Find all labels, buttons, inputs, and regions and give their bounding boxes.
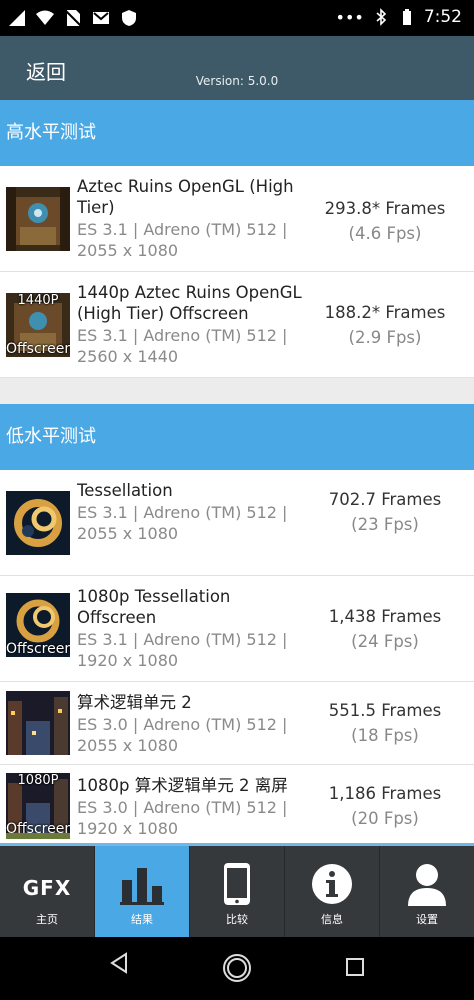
test-details: ES 3.0 | Adreno (TM) 512 | 2055 x 1080 [77,715,288,755]
frames-value: 702.7 Frames [328,490,442,509]
tab-label: 主页 [36,913,58,926]
next-row-thumbnail-peek [6,833,70,839]
tab-info[interactable]: 信息 [285,846,380,937]
app-header: 返回 Version: 5.0.0 [0,36,474,100]
test-title: Tessellation [77,481,173,500]
no-sim-icon [64,9,82,27]
test-title: 1080p 算术逻辑单元 2 离屏 [77,776,288,795]
gfx-logo-icon: GFX [22,876,72,900]
fps-value: (23 Fps) [351,515,419,534]
alu-city-icon [6,691,70,755]
thumb-label-top: 1080P [17,773,59,788]
fps-value: (24 Fps) [351,632,419,651]
test-details: ES 3.1 | Adreno (TM) 512 | 2055 x 1080 [77,220,288,260]
result-row[interactable]: Tessellation ES 3.1 | Adreno (TM) 512 | … [0,470,474,576]
fps-value: (18 Fps) [351,726,419,745]
tab-compare[interactable]: 比较 [190,846,285,937]
home-circle-icon[interactable] [222,953,252,983]
tab-label: 信息 [321,913,343,926]
result-row[interactable]: Offscreen 1080p Tessellation Offscreen E… [0,576,474,682]
test-title: 1440p Aztec Ruins OpenGL (High Tier) Off… [77,283,302,323]
tab-label: 比较 [226,913,248,926]
alu-city-icon: 1080P Offscreen [6,773,70,837]
signal-icon [9,10,25,26]
test-details: ES 3.1 | Adreno (TM) 512 | 2055 x 1080 [77,503,288,543]
test-title: 算术逻辑单元 2 [77,693,192,712]
tessellation-icon [6,491,70,555]
more-dots-icon: ••• [335,7,364,27]
result-row[interactable]: 1440P Offscreen 1440p Aztec Ruins OpenGL… [0,272,474,378]
person-icon [408,864,446,906]
test-title: Aztec Ruins OpenGL (High Tier) [77,177,294,217]
battery-icon [402,9,411,25]
test-details: ES 3.0 | Adreno (TM) 512 | 1920 x 1080 [77,798,288,838]
tab-settings[interactable]: 设置 [380,846,474,937]
bar-chart-icon [120,868,164,905]
section-divider [0,378,474,404]
section-header-high-level: 高水平测试 [0,100,474,166]
test-title: 1080p Tessellation Offscreen [77,587,231,627]
result-row[interactable]: Aztec Ruins OpenGL (High Tier) ES 3.1 | … [0,166,474,272]
bluetooth-icon [376,8,386,26]
shield-icon [122,10,136,26]
aztec-ruins-icon [6,187,70,251]
system-nav-bar [0,937,474,1000]
result-row[interactable]: 1080P Offscreen 1080p 算术逻辑单元 2 离屏 ES 3.0… [0,765,474,843]
phone-icon [224,863,250,905]
test-details: ES 3.1 | Adreno (TM) 512 | 2560 x 1440 [77,326,288,366]
wifi-icon [36,10,54,25]
clock: 7:52 [423,7,462,27]
thumb-label-bottom: Offscreen [6,341,70,357]
fps-value: (20 Fps) [351,809,419,828]
results-list[interactable]: 高水平测试 Aztec Ruins OpenGL (High Tier) ES … [0,100,474,843]
gmail-icon [93,12,109,24]
tessellation-icon: Offscreen [6,593,70,657]
recents-square-icon[interactable] [346,958,364,976]
aztec-ruins-icon: 1440P Offscreen [6,293,70,357]
thumb-label-top: 1440P [17,293,59,308]
tab-home[interactable]: GFX 主页 [0,846,95,937]
section-header-low-level: 低水平测试 [0,404,474,470]
test-details: ES 3.1 | Adreno (TM) 512 | 1920 x 1080 [77,630,288,670]
frames-value: 188.2* Frames [324,303,446,322]
tab-results[interactable]: 结果 [95,846,190,937]
fps-value: (4.6 Fps) [348,224,422,243]
version-label: Version: 5.0.0 [0,74,474,88]
bottom-nav: GFX 主页 结果 比较 信息 设置 [0,843,474,937]
result-row[interactable]: 算术逻辑单元 2 ES 3.0 | Adreno (TM) 512 | 2055… [0,682,474,765]
fps-value: (2.9 Fps) [348,328,422,347]
thumb-label-bottom: Offscreen [6,641,70,657]
frames-value: 551.5 Frames [328,701,442,720]
frames-value: 1,186 Frames [328,784,442,803]
frames-value: 293.8* Frames [324,199,446,218]
status-bar: ••• 7:52 [0,0,474,36]
version-text: Version: 5.0.0 [195,74,279,88]
frames-value: 1,438 Frames [328,607,442,626]
info-icon [312,864,352,904]
tab-label: 结果 [131,913,153,926]
back-triangle-icon[interactable] [108,951,130,975]
tab-label: 设置 [416,913,438,926]
